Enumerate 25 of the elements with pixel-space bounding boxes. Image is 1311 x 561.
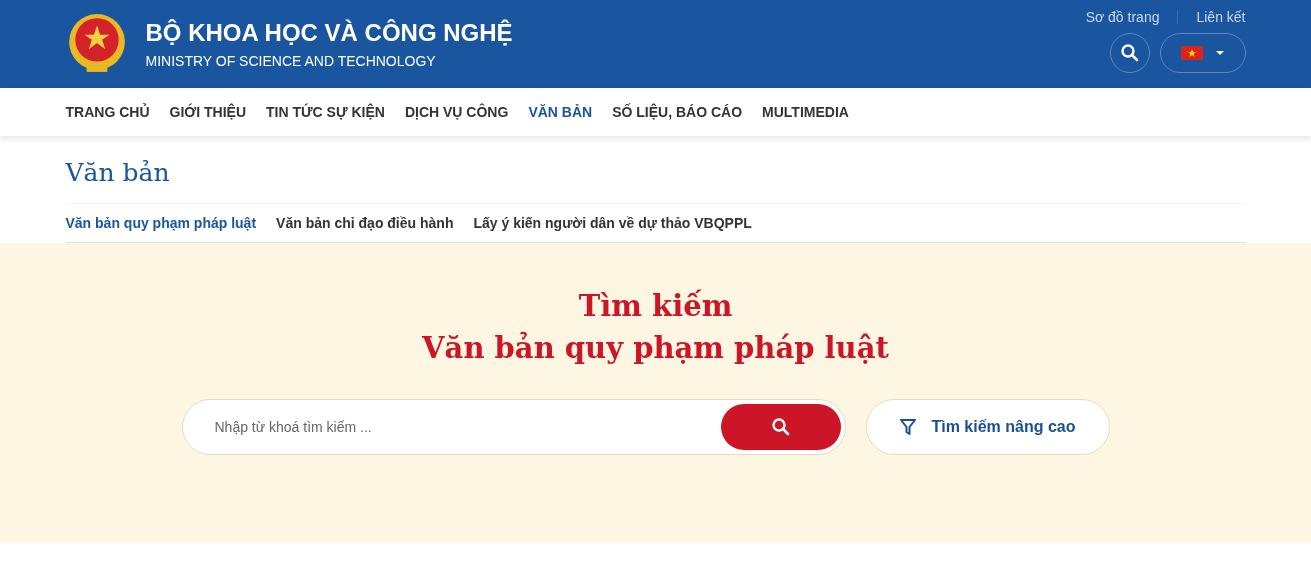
subnav-tab[interactable]: Lấy ý kiến người dân về dự thảo VBQPPL — [473, 215, 752, 231]
caret-icon — [1214, 50, 1225, 56]
flag-icon — [1180, 46, 1203, 60]
nav-item[interactable]: VĂN BẢN — [528, 104, 593, 120]
header-link[interactable]: Sơ đồ trang — [1085, 9, 1160, 25]
subnav-tab[interactable]: Văn bản chỉ đạo điều hành — [276, 215, 454, 231]
site-subtitle: MINISTRY OF SCIENCE AND TECHNOLOGY — [145, 53, 437, 69]
nav-item[interactable]: GIỚI THIỆU — [169, 104, 246, 120]
advanced-search-button[interactable]: Tìm kiếm nâng cao — [865, 399, 1110, 455]
search-icon — [770, 417, 791, 437]
nav-item[interactable]: TIN TỨC SỰ KIỆN — [266, 104, 385, 120]
header-link[interactable]: Liên kết — [1196, 9, 1246, 25]
page-title: Văn bản — [65, 158, 171, 187]
nav-item[interactable]: SỐ LIỆU, BÁO CÁO — [612, 104, 743, 120]
subnav-tab[interactable]: Văn bản quy phạm pháp luật — [65, 215, 257, 231]
nav-item[interactable]: MULTIMEDIA — [762, 104, 849, 120]
search-button[interactable] — [720, 404, 841, 450]
search-icon — [1119, 43, 1140, 63]
search-input[interactable]: Nhập từ khoá tìm kiếm ... — [212, 418, 721, 436]
filter-icon — [899, 418, 918, 436]
search-heading: Văn bản quy phạm pháp luật — [422, 330, 889, 367]
nav-item[interactable]: TRANG CHỦ — [65, 104, 150, 120]
search-heading: Tìm kiếm — [577, 288, 734, 325]
nav-item[interactable]: DỊCH VỤ CÔNG — [404, 104, 509, 120]
site-title: BỘ KHOA HỌC VÀ CÔNG NGHỆ — [145, 19, 513, 47]
